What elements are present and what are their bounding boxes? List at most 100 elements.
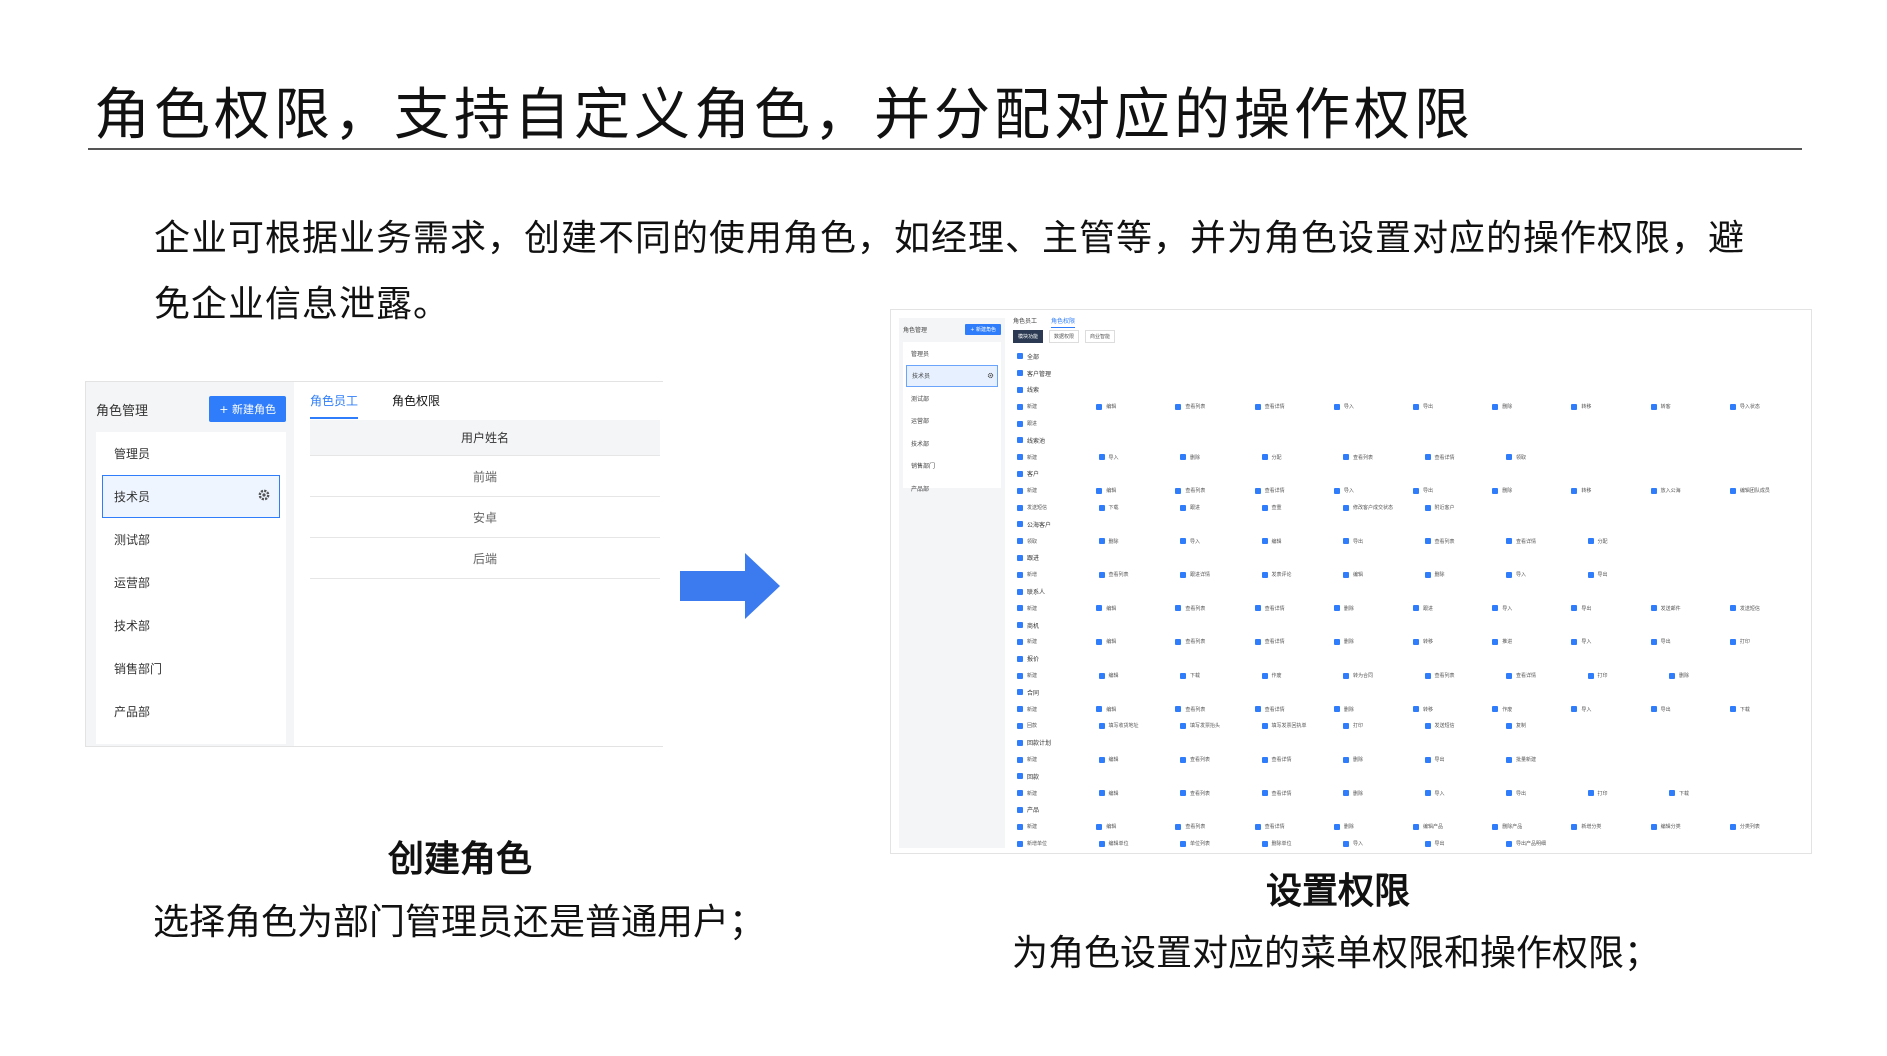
checkbox-checked-icon[interactable] — [1424, 504, 1431, 511]
permission-group[interactable]: 客户 — [1013, 466, 1809, 483]
permission-checkbox[interactable]: 导入 — [1571, 706, 1650, 713]
checkbox-checked-icon[interactable] — [1729, 638, 1736, 645]
checkbox-checked-icon[interactable] — [1261, 722, 1268, 729]
permission-checkbox[interactable]: 删除 — [1180, 454, 1262, 461]
permission-checkbox[interactable]: 新增单位 — [1017, 840, 1099, 847]
permission-checkbox[interactable]: 新建 — [1017, 672, 1099, 679]
checkbox-checked-icon[interactable] — [1017, 739, 1023, 746]
permission-checkbox[interactable]: 查看详情 — [1261, 756, 1344, 763]
checkbox-checked-icon[interactable] — [1506, 790, 1512, 797]
permission-checkbox[interactable]: 导出 — [1650, 706, 1730, 713]
checkbox-checked-icon[interactable] — [1333, 487, 1340, 494]
permission-group[interactable]: 线索池 — [1013, 432, 1809, 449]
checkbox-checked-icon[interactable] — [1650, 605, 1657, 612]
checkbox-checked-icon[interactable] — [1017, 353, 1023, 360]
checkbox-checked-icon[interactable] — [1587, 571, 1594, 578]
permission-group[interactable]: 客户管理 — [1013, 365, 1809, 382]
permission-checkbox[interactable]: 发表评论 — [1261, 571, 1344, 578]
permission-checkbox[interactable]: 查看列表 — [1175, 638, 1254, 645]
permission-checkbox[interactable]: 发送短信 — [1729, 605, 1809, 612]
permission-checkbox[interactable]: 新建 — [1017, 790, 1099, 797]
role-item[interactable]: 销售部门 — [96, 647, 286, 690]
checkbox-checked-icon[interactable] — [1180, 790, 1186, 797]
checkbox-checked-icon[interactable] — [1669, 790, 1675, 797]
tab-role-permissions[interactable]: 角色权限 — [1051, 316, 1076, 328]
permission-checkbox[interactable]: 转客 — [1650, 403, 1730, 410]
checkbox-checked-icon[interactable] — [1017, 571, 1023, 578]
checkbox-checked-icon[interactable] — [1261, 672, 1268, 679]
permission-checkbox[interactable]: 查看列表 — [1424, 672, 1507, 679]
permission-checkbox[interactable]: 导入 — [1343, 840, 1425, 847]
checkbox-checked-icon[interactable] — [1343, 722, 1349, 729]
permission-checkbox[interactable]: 编辑 — [1098, 756, 1181, 763]
checkbox-checked-icon[interactable] — [1343, 840, 1349, 847]
checkbox-checked-icon[interactable] — [1492, 638, 1499, 645]
gear-icon[interactable] — [257, 488, 271, 502]
permission-checkbox[interactable]: 导入 — [1098, 454, 1181, 461]
permission-checkbox[interactable]: 填写收货地址 — [1098, 722, 1181, 729]
checkbox-checked-icon[interactable] — [1571, 403, 1578, 410]
checkbox-checked-icon[interactable] — [1017, 454, 1023, 461]
permission-group[interactable]: 回款 — [1013, 768, 1809, 785]
checkbox-checked-icon[interactable] — [1098, 538, 1105, 545]
checkbox-checked-icon[interactable] — [1650, 403, 1657, 410]
checkbox-checked-icon[interactable] — [1343, 538, 1349, 545]
permission-checkbox[interactable]: 下载 — [1180, 672, 1262, 679]
permission-subtab[interactable]: 模块功能 — [1013, 330, 1044, 343]
checkbox-checked-icon[interactable] — [1506, 722, 1512, 729]
permission-checkbox[interactable]: 查看列表 — [1343, 454, 1425, 461]
checkbox-checked-icon[interactable] — [1261, 454, 1268, 461]
checkbox-checked-icon[interactable] — [1254, 823, 1261, 830]
checkbox-checked-icon[interactable] — [1729, 823, 1736, 830]
checkbox-checked-icon[interactable] — [1587, 538, 1594, 545]
checkbox-checked-icon[interactable] — [1017, 554, 1023, 561]
checkbox-checked-icon[interactable] — [1096, 638, 1103, 645]
checkbox-checked-icon[interactable] — [1333, 638, 1340, 645]
checkbox-checked-icon[interactable] — [1343, 790, 1349, 797]
permission-checkbox[interactable]: 放入公海 — [1650, 487, 1730, 494]
checkbox-checked-icon[interactable] — [1017, 470, 1023, 477]
checkbox-checked-icon[interactable] — [1017, 773, 1023, 780]
role-item[interactable]: 技术部 — [96, 604, 286, 647]
permission-checkbox[interactable]: 导入 — [1506, 571, 1588, 578]
permission-checkbox[interactable]: 编辑 — [1096, 706, 1175, 713]
permission-checkbox[interactable]: 编辑 — [1098, 790, 1181, 797]
permission-checkbox[interactable]: 下载 — [1729, 706, 1809, 713]
checkbox-checked-icon[interactable] — [1492, 487, 1499, 494]
permission-checkbox[interactable]: 查看列表 — [1180, 790, 1262, 797]
checkbox-checked-icon[interactable] — [1254, 403, 1261, 410]
checkbox-checked-icon[interactable] — [1413, 638, 1420, 645]
permission-checkbox[interactable]: 查看列表 — [1180, 756, 1262, 763]
permission-checkbox[interactable]: 删除 — [1343, 790, 1425, 797]
role-item[interactable]: 产品部 — [96, 690, 286, 733]
checkbox-checked-icon[interactable] — [1424, 722, 1431, 729]
role-item[interactable]: 管理员 — [903, 342, 1001, 365]
permission-checkbox[interactable]: 导入 — [1424, 790, 1507, 797]
role-item[interactable]: 技术员 — [906, 364, 998, 387]
role-item[interactable]: 运营部 — [96, 561, 286, 604]
permission-checkbox[interactable]: 新建 — [1017, 454, 1099, 461]
checkbox-checked-icon[interactable] — [1333, 706, 1340, 713]
permission-checkbox[interactable]: 查看列表 — [1098, 571, 1181, 578]
checkbox-checked-icon[interactable] — [1669, 672, 1675, 679]
checkbox-checked-icon[interactable] — [1571, 487, 1578, 494]
checkbox-checked-icon[interactable] — [1506, 756, 1512, 763]
permission-checkbox[interactable]: 查看详情 — [1254, 403, 1334, 410]
checkbox-checked-icon[interactable] — [1096, 823, 1103, 830]
permission-group[interactable]: 跟进 — [1013, 550, 1809, 567]
checkbox-checked-icon[interactable] — [1424, 571, 1431, 578]
checkbox-checked-icon[interactable] — [1098, 504, 1105, 511]
permission-checkbox[interactable]: 导出 — [1343, 538, 1425, 545]
role-item[interactable]: 技术部 — [903, 432, 1001, 455]
new-role-button[interactable]: + 新建角色 — [209, 396, 286, 422]
tab-role-employees[interactable]: 角色员工 — [310, 392, 359, 419]
checkbox-checked-icon[interactable] — [1333, 823, 1340, 830]
permission-checkbox[interactable]: 删除 — [1669, 672, 1751, 679]
checkbox-checked-icon[interactable] — [1017, 840, 1023, 847]
role-item[interactable]: 运营部 — [903, 410, 1001, 433]
checkbox-checked-icon[interactable] — [1261, 504, 1268, 511]
permission-checkbox[interactable]: 查看详情 — [1254, 638, 1334, 645]
permission-checkbox[interactable]: 发送短信 — [1017, 504, 1099, 511]
checkbox-checked-icon[interactable] — [1017, 386, 1023, 393]
permission-subtab[interactable]: 商业智能 — [1085, 330, 1116, 343]
